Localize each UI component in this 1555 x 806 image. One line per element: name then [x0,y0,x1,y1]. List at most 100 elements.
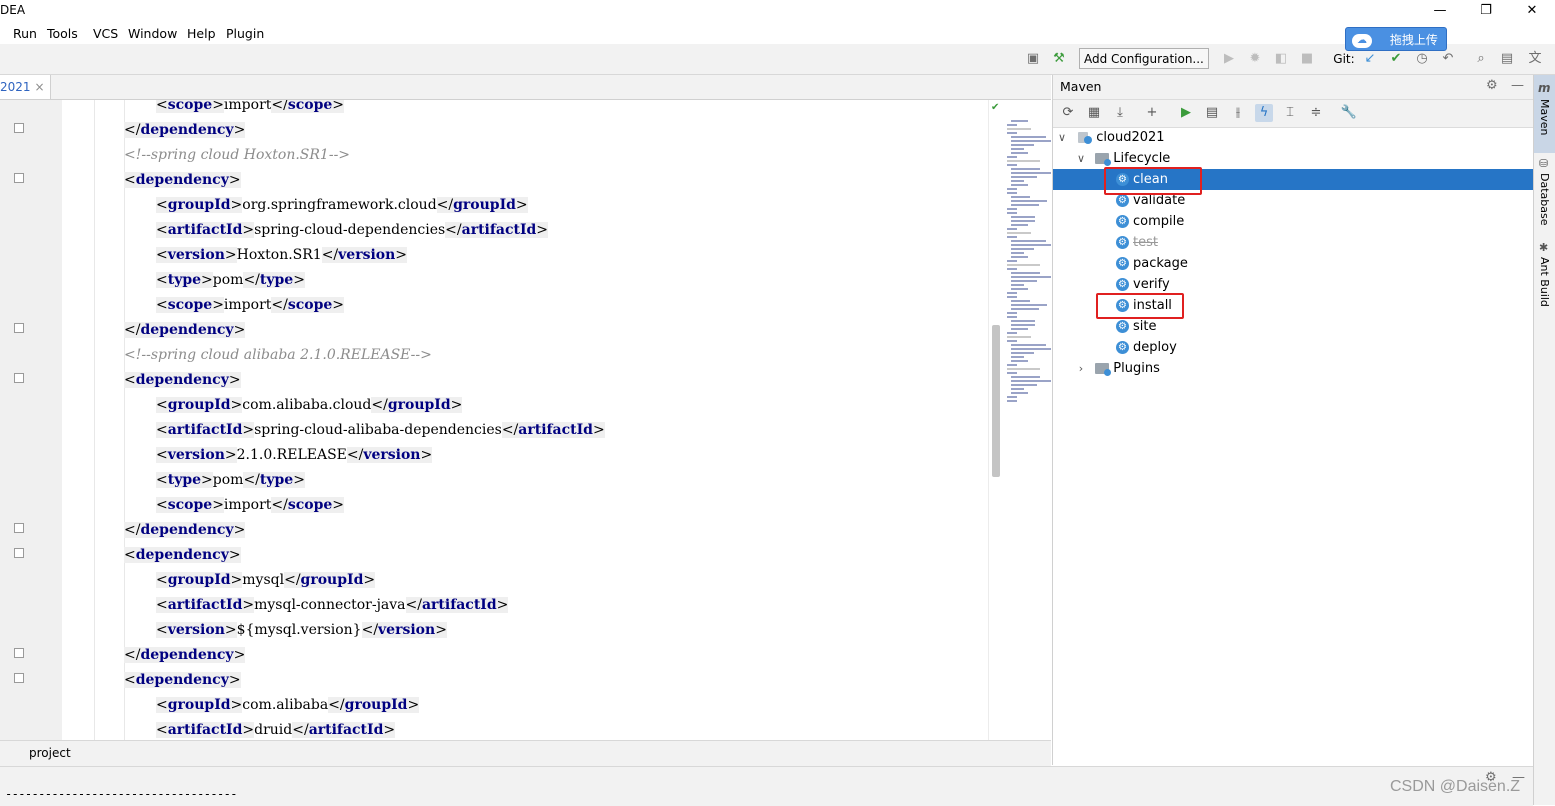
menu-help[interactable]: Help [187,26,216,41]
project-structure-icon[interactable]: ▤ [1498,50,1516,68]
menu-plugin[interactable]: Plugin [226,26,264,41]
upload-button[interactable]: ☁ 拖拽上传 [1345,27,1447,51]
code-editor[interactable]: <scope>import</scope> </dependency> <!--sp… [62,100,987,740]
main-toolbar: ▣ ⚒ Add Configuration... ▶ ✹ ◧ ■ Git: ↙ … [0,44,1555,75]
chevron-down-icon[interactable]: ∨ [1056,127,1068,148]
lifecycle-item-label: site [1133,319,1157,334]
run-icon[interactable]: ▶ [1220,50,1238,68]
minimap-line [1011,252,1024,254]
tree-root-cloud2021[interactable]: ∨ cloud2021 [1053,127,1534,148]
lifecycle-item-package[interactable]: ⚙ package [1053,253,1534,274]
show-dependencies-icon[interactable]: ⌶ [1281,104,1299,122]
ant-build-stripe-tab[interactable]: Ant Build [1538,257,1551,307]
debug-icon[interactable]: ✹ [1246,50,1264,68]
menu-window[interactable]: Window [128,26,177,41]
editor-tab[interactable]: 2021 × [0,75,51,99]
run-maven-icon[interactable]: ▶ [1177,104,1195,122]
maven-stripe-label: Maven [1538,99,1551,136]
execute-goal-icon[interactable]: ▤ [1203,104,1221,122]
code-line: <artifactId>druid</artifactId> [156,722,396,738]
status-text: ----------------------------------- [5,787,237,801]
fold-marker-icon[interactable] [14,123,24,133]
add-icon[interactable]: + [1143,104,1161,122]
close-button[interactable]: ✕ [1509,0,1555,22]
lifecycle-item-verify[interactable]: ⚙ verify [1053,274,1534,295]
menu-tools[interactable]: Tools [47,26,78,41]
minimap-line [1007,296,1017,298]
minimap-line [1011,328,1028,330]
database-stripe-tab[interactable]: Database [1538,173,1551,226]
toggle-offline-icon[interactable]: ⫲ [1229,104,1247,122]
project-tool-label[interactable]: project [29,746,71,760]
fold-marker-icon[interactable] [14,373,24,383]
minimap-line [1007,316,1017,318]
generate-sources-icon[interactable]: ▦ [1085,104,1103,122]
search-icon[interactable]: ⌕ [1472,50,1490,68]
git-history-icon[interactable]: ◷ [1413,50,1431,68]
tree-plugins[interactable]: › Plugins [1053,358,1534,379]
minimap-line [1007,124,1017,126]
minimap-line [1011,384,1037,386]
hide-panel-icon[interactable]: — [1511,78,1524,93]
settings-gear-icon[interactable]: ⚙ [1486,78,1498,93]
fold-marker-icon[interactable] [14,548,24,558]
minimap-line [1007,268,1017,270]
minimap-line [1011,256,1028,258]
coverage-icon[interactable]: ◧ [1272,50,1290,68]
minimap-line [1007,208,1017,210]
minimap-line [1011,380,1051,382]
lifecycle-item-compile[interactable]: ⚙ compile [1053,211,1534,232]
fold-marker-icon[interactable] [14,673,24,683]
menu-vcs[interactable]: VCS [93,26,118,41]
minimap-line [1007,188,1017,190]
minimap-line [1011,276,1051,278]
minimap-line [1007,372,1017,374]
chevron-right-icon[interactable]: › [1075,358,1087,379]
minimap-line [1011,356,1024,358]
reload-icon[interactable]: ⟳ [1059,104,1077,122]
title-bar: DEA — ❐ ✕ [0,0,1555,22]
editor-tab-label: 2021 [0,80,31,94]
chevron-down-icon[interactable]: ∨ [1075,148,1087,169]
minimap-line [1007,128,1031,130]
minimap-line [1007,340,1017,342]
translate-icon[interactable]: 文 [1526,50,1544,68]
git-update-icon[interactable]: ↙ [1361,50,1379,68]
git-commit-icon[interactable]: ✔ [1387,50,1405,68]
stop-icon[interactable]: ■ [1298,50,1316,68]
lifecycle-label: Lifecycle [1113,151,1171,166]
minimap-line [1011,324,1035,326]
skip-tests-icon[interactable]: ϟ [1255,104,1273,122]
code-line: <!--spring cloud Hoxton.SR1--> [124,147,351,163]
maven-stripe-tab[interactable]: m Maven [1534,75,1555,153]
fold-marker-icon[interactable] [14,648,24,658]
download-icon[interactable]: ⤓ [1111,104,1129,122]
wrench-icon[interactable]: 🔧 [1340,104,1358,122]
lifecycle-item-site[interactable]: ⚙ site [1053,316,1534,337]
lifecycle-item-test[interactable]: ⚙ test [1053,232,1534,253]
git-rollback-icon[interactable]: ↶ [1439,50,1457,68]
fold-marker-icon[interactable] [14,173,24,183]
terminal-icon[interactable]: ▣ [1024,50,1042,68]
editor-scrollbar[interactable] [992,325,1000,477]
minimap-line [1011,376,1040,378]
fold-marker-icon[interactable] [14,323,24,333]
menu-run[interactable]: Run [13,26,37,41]
close-tab-icon[interactable]: × [35,80,45,94]
build-hammer-icon[interactable]: ⚒ [1050,50,1068,68]
editor-gutter [0,100,63,740]
collapse-all-icon[interactable]: ≑ [1307,104,1325,122]
highlight-install [1096,293,1184,319]
add-configuration-button[interactable]: Add Configuration... [1079,48,1209,69]
minimap-line [1011,304,1047,306]
minimize-button[interactable]: — [1417,0,1463,22]
lifecycle-item-label: test [1133,235,1158,250]
maximize-button[interactable]: ❐ [1463,0,1509,22]
minimap-line [1011,348,1051,350]
tree-lifecycle[interactable]: ∨ Lifecycle [1053,148,1534,169]
fold-marker-icon[interactable] [14,523,24,533]
lifecycle-item-deploy[interactable]: ⚙ deploy [1053,337,1534,358]
status-bar: ----------------------------------- ⚙ — [0,766,1533,806]
code-line: <dependency> [124,547,241,563]
editor-minimap[interactable]: ✔ [988,100,1052,740]
